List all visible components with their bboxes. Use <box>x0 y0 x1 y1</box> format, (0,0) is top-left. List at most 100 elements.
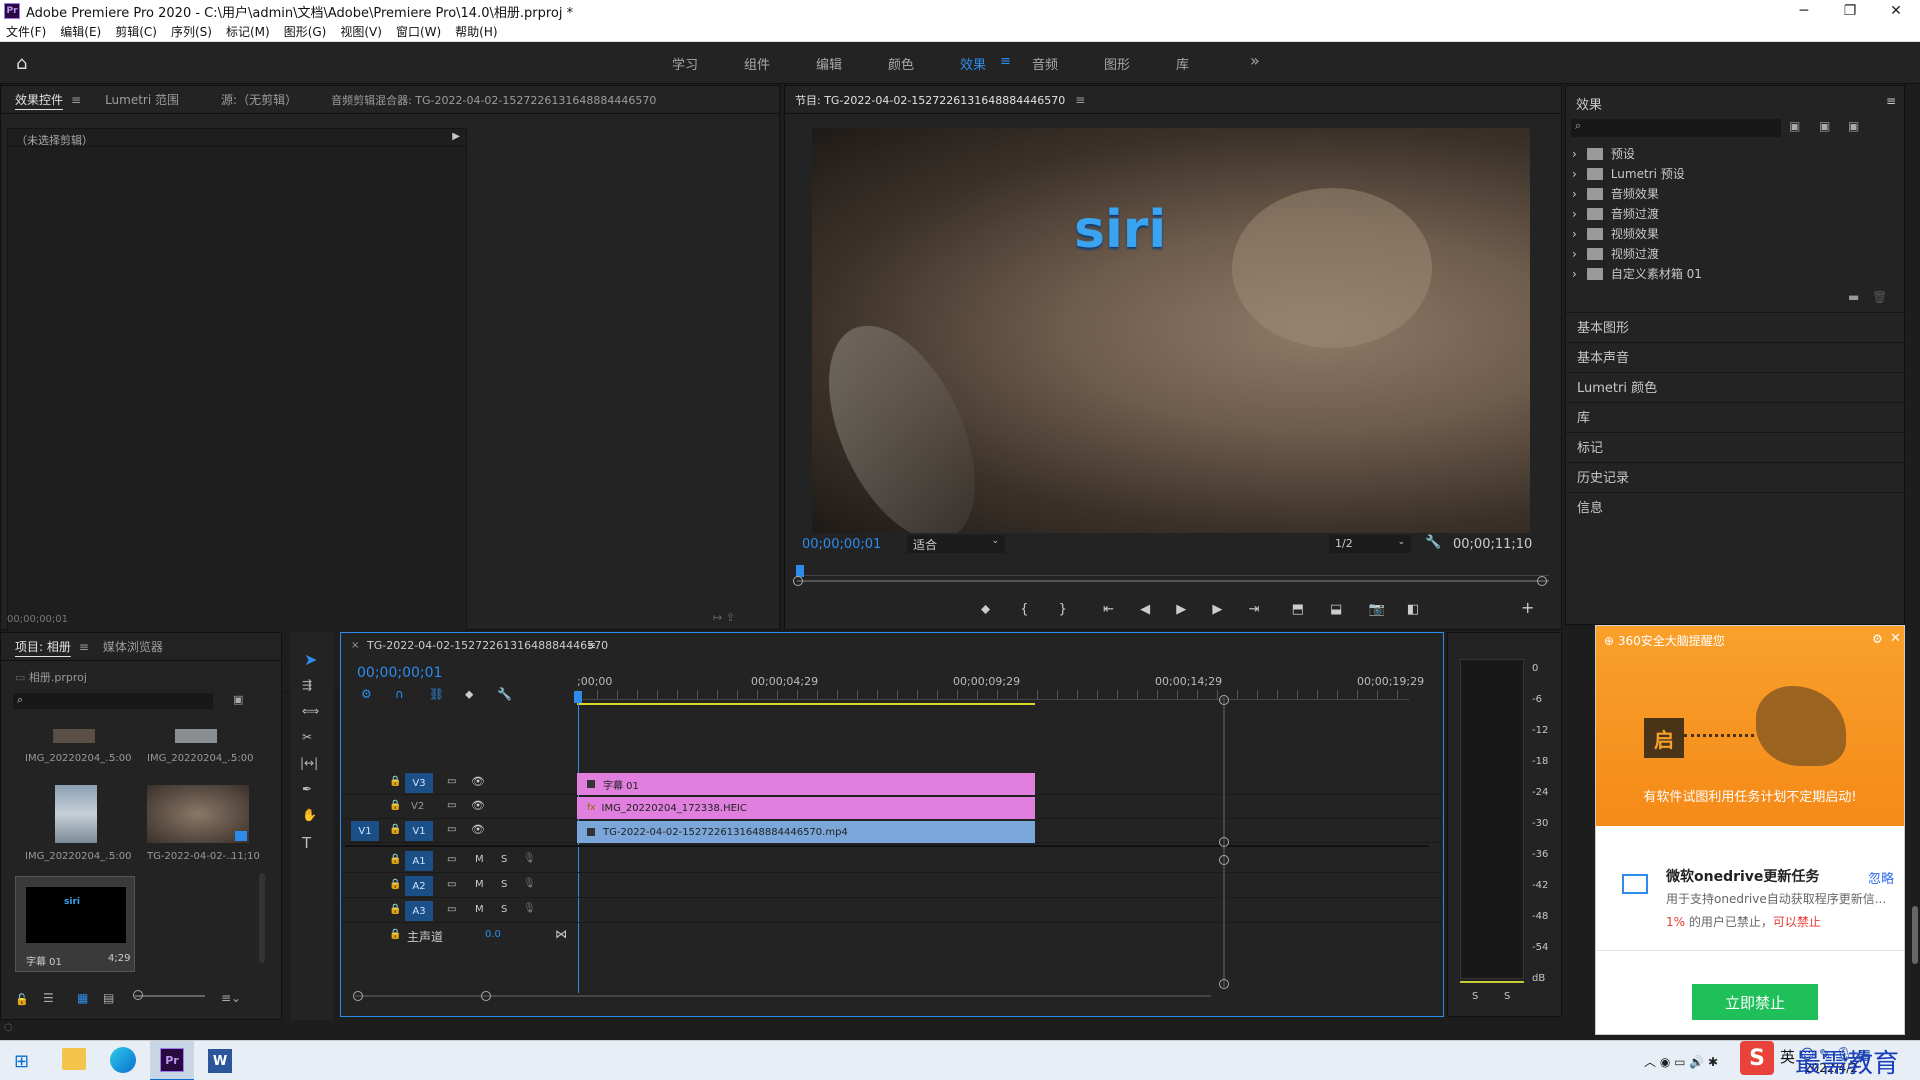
menu-graphics[interactable]: 图形(G) <box>284 23 327 40</box>
icon-view-icon[interactable]: ▦ <box>77 991 88 1005</box>
menu-edit[interactable]: 编辑(E) <box>60 23 101 40</box>
zoom-select[interactable]: 适合 ⌄ <box>907 535 1005 553</box>
zoom-handle-left[interactable] <box>793 576 803 586</box>
timeline-ruler[interactable] <box>577 690 1409 700</box>
section-lumetri-color[interactable]: Lumetri 颜色 <box>1565 372 1905 400</box>
tab-menu-icon[interactable]: ≡ <box>71 93 81 107</box>
more-workspaces-icon[interactable]: » <box>1250 51 1260 70</box>
track-lock-icon[interactable]: 🔒 <box>389 879 401 890</box>
delete-icon[interactable]: 🗑 <box>1872 290 1887 304</box>
tab-media-browser[interactable]: 媒体浏览器 <box>103 638 163 655</box>
sync-lock-icon[interactable]: ▭ <box>447 824 456 835</box>
time-ruler[interactable] <box>797 564 1549 576</box>
menu-help[interactable]: 帮助(H) <box>455 23 497 40</box>
track-target-a3[interactable]: A3 <box>405 901 433 921</box>
clip-mp4-video[interactable]: TG-2022-04-02-1527226131648884446570.mp4 <box>577 821 1035 843</box>
tab-source[interactable]: 源:（无剪辑） <box>221 91 297 108</box>
play-icon[interactable]: ▶ <box>1176 602 1186 617</box>
restore-button[interactable]: ❐ <box>1827 0 1873 22</box>
edge-icon[interactable] <box>110 1047 136 1073</box>
word-icon[interactable]: W <box>208 1049 232 1073</box>
timeline-settings-icon[interactable]: 🔧 <box>497 687 512 701</box>
go-to-out-icon[interactable]: ⇥ <box>1249 602 1260 617</box>
file-explorer-icon[interactable] <box>62 1048 86 1070</box>
start-icon[interactable]: ⊞ <box>14 1051 29 1072</box>
ws-audio[interactable]: 音频 <box>1032 54 1058 73</box>
h-scroll-handle[interactable] <box>481 991 491 1001</box>
track-lock-icon[interactable]: 🔒 <box>389 800 401 811</box>
minimize-button[interactable]: ─ <box>1781 0 1827 22</box>
ripple-edit-icon[interactable]: ⟺ <box>302 704 319 718</box>
section-essential-graphics[interactable]: 基本图形 <box>1565 312 1905 340</box>
v-scroll-handle[interactable] <box>1219 695 1229 705</box>
track-select-icon[interactable]: ⇶ <box>302 678 312 692</box>
effect-folder-audio-transitions[interactable]: › 音频过渡 <box>1572 205 1659 222</box>
lock-icon[interactable]: 🔓 <box>15 993 29 1006</box>
section-libraries[interactable]: 库 <box>1565 402 1905 430</box>
clip-thumbnail[interactable] <box>55 785 97 843</box>
export-icons[interactable]: ↦ ⇪ <box>713 611 735 624</box>
yuv-effects-icon[interactable]: ▣ <box>1848 119 1859 133</box>
track-label-v2[interactable]: V2 <box>411 801 424 812</box>
solo-right-button[interactable]: S <box>1504 991 1510 1002</box>
clip-heic-image[interactable]: fx IMG_20220204_172338.HEIC <box>577 797 1035 819</box>
track-divider[interactable] <box>345 845 1429 847</box>
lift-icon[interactable]: ⬒ <box>1292 602 1304 617</box>
slip-tool-icon[interactable]: |↔| <box>300 756 318 770</box>
mute-button[interactable]: M <box>475 854 484 865</box>
menu-clip[interactable]: 剪辑(C) <box>115 23 157 40</box>
step-back-icon[interactable]: ◀ <box>1140 602 1150 617</box>
sort-icon[interactable]: ≡⌄ <box>221 991 241 1005</box>
sync-lock-icon[interactable]: ▭ <box>447 879 456 890</box>
title-item-selected[interactable]: siri 字幕 01 4;29 <box>15 876 135 972</box>
sync-lock-icon[interactable]: ▭ <box>447 776 456 787</box>
work-area-bar[interactable] <box>577 703 1035 705</box>
master-bowtie-icon[interactable]: ⋈ <box>555 927 567 941</box>
nest-icon[interactable]: ⚙ <box>361 687 372 701</box>
ws-graphics[interactable]: 图形 <box>1104 54 1130 73</box>
track-lock-icon[interactable]: 🔒 <box>389 824 401 835</box>
menu-window[interactable]: 窗口(W) <box>396 23 441 40</box>
ws-assembly[interactable]: 组件 <box>744 54 770 73</box>
close-sequence-icon[interactable]: × <box>351 640 359 651</box>
go-to-in-icon[interactable]: ⇤ <box>1103 602 1114 617</box>
sequence-menu-icon[interactable]: ≡ <box>587 639 596 652</box>
menu-file[interactable]: 文件(F) <box>6 23 46 40</box>
track-lock-icon[interactable]: 🔒 <box>389 854 401 865</box>
mute-button[interactable]: M <box>475 904 484 915</box>
voiceover-mic-icon[interactable]: 🎙 <box>523 878 536 889</box>
track-target-v1[interactable]: V1 <box>405 821 433 841</box>
list-view-icon[interactable]: ☰ <box>43 991 54 1005</box>
thumbnail-size-slider[interactable] <box>135 995 205 997</box>
project-menu-icon[interactable]: ≡ <box>79 640 89 654</box>
program-menu-icon[interactable]: ≡ <box>1075 93 1085 107</box>
sequence-thumbnail[interactable] <box>147 785 249 843</box>
track-eye-icon[interactable]: 👁 <box>471 775 485 788</box>
type-tool-icon[interactable]: T <box>302 834 311 852</box>
track-eye-icon[interactable]: 👁 <box>471 823 485 836</box>
timeline-timecode[interactable]: 00;00;00;01 <box>357 665 442 681</box>
solo-left-button[interactable]: S <box>1472 991 1478 1002</box>
resolution-select[interactable]: 1/2 ⌄ <box>1329 535 1411 553</box>
ws-editing[interactable]: 编辑 <box>816 54 842 73</box>
timeline-playhead[interactable] <box>574 691 582 703</box>
tab-audio-clip-mixer[interactable]: 音频剪辑混合器: TG-2022-04-02-15272261316488844… <box>331 92 656 108</box>
tab-effect-controls[interactable]: 效果控件 <box>15 91 63 108</box>
section-markers[interactable]: 标记 <box>1565 432 1905 460</box>
hand-tool-icon[interactable]: ✋ <box>302 808 317 822</box>
solo-button[interactable]: S <box>501 879 507 890</box>
h-scroll-handle[interactable] <box>353 991 363 1001</box>
sequence-tab[interactable]: TG-2022-04-02-1527226131648884446570 <box>367 639 608 652</box>
ws-effects[interactable]: 效果 <box>960 54 986 73</box>
menu-sequence[interactable]: 序列(S) <box>171 23 212 40</box>
menu-markers[interactable]: 标记(M) <box>226 23 270 40</box>
effect-folder-audio-effects[interactable]: › 音频效果 <box>1572 185 1659 202</box>
ws-color[interactable]: 颜色 <box>888 54 914 73</box>
track-lock-icon[interactable]: 🔒 <box>389 776 401 787</box>
home-icon[interactable]: ⌂ <box>16 53 38 74</box>
sync-lock-icon[interactable]: ▭ <box>447 904 456 915</box>
new-bin-icon[interactable]: ▣ <box>233 693 243 706</box>
accelerated-effects-icon[interactable]: ▣ <box>1789 119 1800 133</box>
toast-close-icon[interactable]: ✕ <box>1890 631 1901 646</box>
program-timecode[interactable]: 00;00;00;01 <box>802 537 881 552</box>
